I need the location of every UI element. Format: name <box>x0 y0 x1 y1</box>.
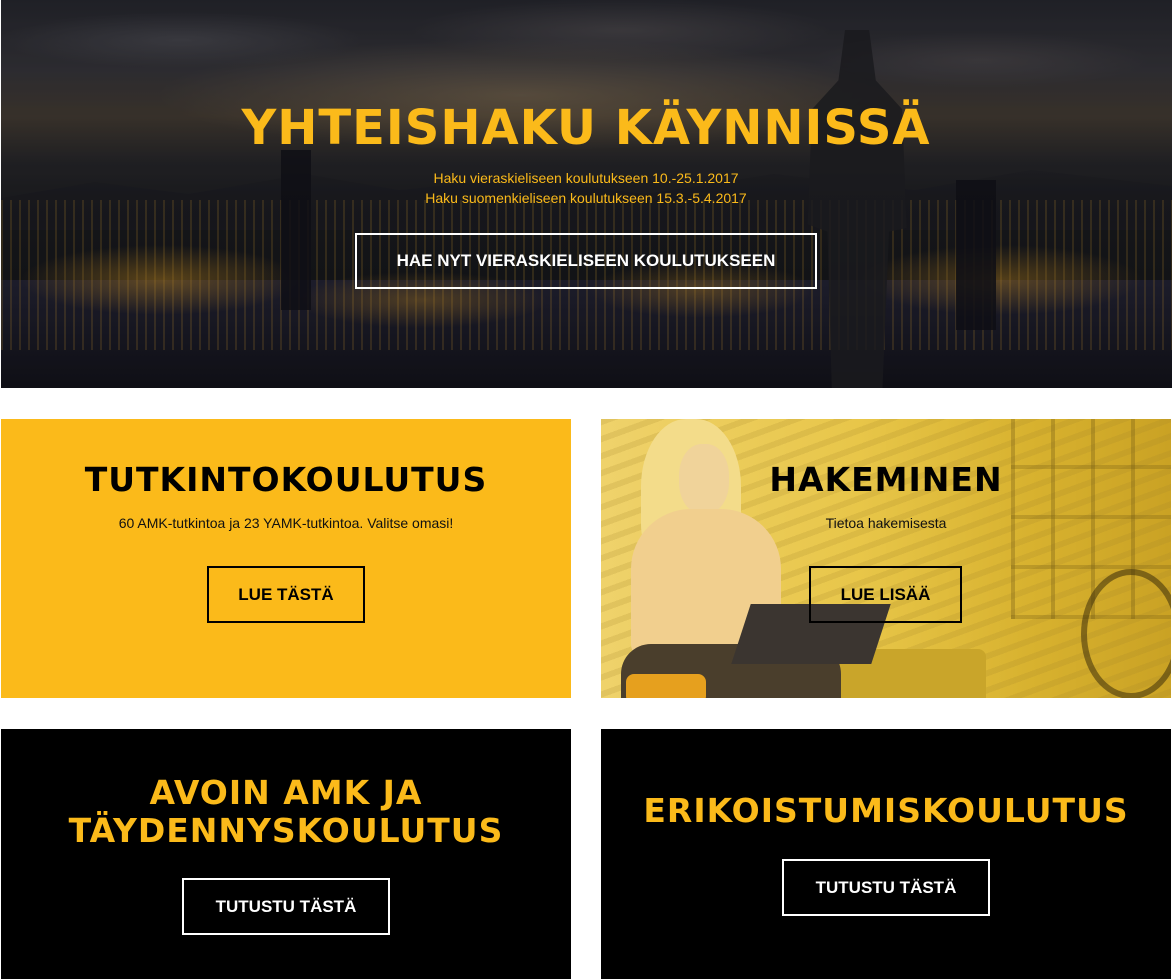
card-title: TUTKINTOKOULUTUS <box>84 460 488 499</box>
open-uas-card: AVOIN AMK JA TÄYDENNYSKOULUTUS TUTUSTU T… <box>1 729 571 979</box>
read-here-button[interactable]: LUE TÄSTÄ <box>207 566 365 623</box>
card-title-line-2: TÄYDENNYSKOULUTUS <box>68 811 504 850</box>
photo-cushion <box>626 674 706 698</box>
card-subtitle: Tietoa hakemisesta <box>825 515 947 531</box>
degree-programmes-card: TUTKINTOKOULUTUS 60 AMK-tutkintoa ja 23 … <box>1 419 571 698</box>
explore-here-button[interactable]: TUTUSTU TÄSTÄ <box>782 859 990 916</box>
hero-application-period-1: Haku vieraskieliseen koulutukseen 10.-25… <box>433 170 739 186</box>
apply-now-button[interactable]: HAE NYT VIERASKIELISEEN KOULUTUKSEEN <box>355 233 817 289</box>
applying-card: HAKEMINEN Tietoa hakemisesta LUE LISÄÄ <box>601 419 1171 698</box>
read-more-button[interactable]: LUE LISÄÄ <box>809 566 962 623</box>
explore-here-button[interactable]: TUTUSTU TÄSTÄ <box>182 878 390 935</box>
card-subtitle: 60 AMK-tutkintoa ja 23 YAMK-tutkintoa. V… <box>118 515 454 531</box>
card-title: ERIKOISTUMISKOULUTUS <box>643 791 1129 830</box>
hero-application-period-2: Haku suomenkieliseen koulutukseen 15.3.-… <box>425 190 747 206</box>
card-title: HAKEMINEN <box>769 460 1003 499</box>
specialisation-card: ERIKOISTUMISKOULUTUS TUTUSTU TÄSTÄ <box>601 729 1171 979</box>
photo-bicycle <box>1081 569 1171 698</box>
card-title-line-1: AVOIN AMK JA <box>149 773 423 812</box>
hero-title: YHTEISHAKU KÄYNNISSÄ <box>241 100 931 156</box>
